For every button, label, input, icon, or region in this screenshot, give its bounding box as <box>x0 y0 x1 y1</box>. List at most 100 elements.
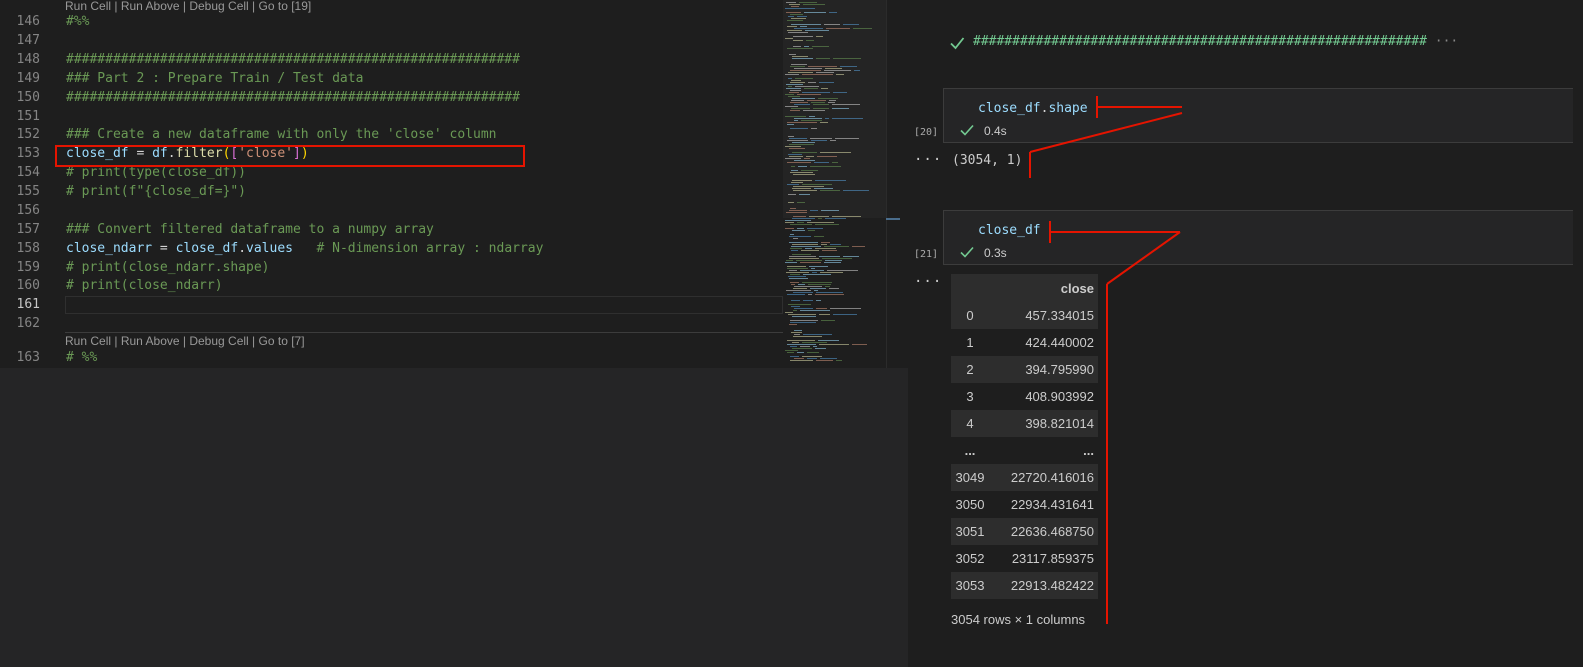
more-icon[interactable]: ··· <box>1435 34 1458 49</box>
minimap-line <box>789 144 814 145</box>
line-number: 163 <box>16 350 40 365</box>
minimap-line <box>789 4 800 5</box>
minimap[interactable] <box>783 0 886 368</box>
minimap-line <box>791 108 810 109</box>
code-line-163[interactable]: # %% <box>66 350 97 365</box>
minimap-line <box>832 104 860 105</box>
goto-link[interactable]: Go to [19] <box>259 0 312 13</box>
code-editor[interactable]: Run Cell | Run Above | Debug Cell | Go t… <box>0 0 908 368</box>
line-number: 155 <box>16 184 40 199</box>
run-above-link[interactable]: Run Above <box>121 334 180 348</box>
minimap-line <box>791 300 800 301</box>
code-line-158[interactable]: close_ndarr = close_df.values # N-dimens… <box>66 241 543 256</box>
code-line-157[interactable]: ### Convert filtered dataframe to a nump… <box>66 222 434 237</box>
minimap-line <box>791 18 806 19</box>
minimap-line <box>787 48 813 49</box>
minimap-line <box>807 228 823 229</box>
minimap-line <box>822 250 837 251</box>
code-token: = <box>152 241 176 256</box>
minimap-line <box>815 294 844 295</box>
minimap-line <box>816 292 843 293</box>
code-line-154[interactable]: # print(type(close_df)) <box>66 165 246 180</box>
codelens-sep: | <box>179 334 190 348</box>
minimap-line <box>808 230 815 231</box>
minimap-line <box>792 142 815 143</box>
close-value: 22720.416016 <box>989 464 1098 491</box>
code-line-152[interactable]: ### Create a new dataframe with only the… <box>66 127 496 142</box>
minimap-line <box>786 272 809 273</box>
run-cell-link[interactable]: Run Cell <box>65 0 111 13</box>
minimap-line <box>788 86 792 87</box>
minimap-line <box>809 266 828 267</box>
dataframe-summary: 3054 rows × 1 columns <box>951 612 1086 627</box>
minimap-line <box>792 58 813 59</box>
minimap-line <box>833 58 861 59</box>
line-number: 149 <box>16 71 40 86</box>
minimap-line <box>803 110 825 111</box>
code-line-155[interactable]: # print(f"{close_df=}") <box>66 184 246 199</box>
code-cell-21[interactable]: close_df 0.3s <box>943 210 1573 265</box>
minimap-line <box>792 316 816 317</box>
minimap-line <box>802 356 822 357</box>
minimap-line <box>794 28 823 29</box>
minimap-line <box>819 82 834 83</box>
minimap-line <box>797 352 804 353</box>
minimap-line <box>826 28 850 29</box>
close-value: 23117.859375 <box>989 545 1098 572</box>
execution-count: [20] <box>914 127 939 138</box>
run-cell-link[interactable]: Run Cell <box>65 334 111 348</box>
cell-output: (3054, 1) <box>952 153 1023 168</box>
dataframe-table: close 0 457.334015 1 424.440002 2 394.795990 3… <box>951 274 1098 599</box>
minimap-line <box>793 36 813 37</box>
minimap-line <box>800 262 821 263</box>
minimap-line <box>789 324 797 325</box>
close-value: 408.903992 <box>989 383 1098 410</box>
minimap-line <box>821 320 835 321</box>
code-cell-20[interactable]: close_df.shape 0.4s <box>943 88 1573 143</box>
minimap-line <box>791 80 801 81</box>
minimap-line <box>785 116 806 117</box>
editor-scrollbar[interactable] <box>886 0 901 368</box>
minimap-line <box>810 138 832 139</box>
minimap-line <box>789 92 799 93</box>
row-index: 3049 <box>951 464 989 491</box>
code-line-159[interactable]: # print(close_ndarr.shape) <box>66 260 270 275</box>
run-above-link[interactable]: Run Above <box>121 0 180 13</box>
notebook-pane[interactable]: ########################################… <box>908 0 1583 667</box>
code-line-148[interactable]: ########################################… <box>66 52 520 67</box>
minimap-line <box>800 346 810 347</box>
minimap-line <box>794 68 822 69</box>
debug-cell-link[interactable]: Debug Cell <box>189 334 248 348</box>
minimap-line <box>806 156 814 157</box>
minimap-line <box>811 102 825 103</box>
code-line-146[interactable]: #%% <box>66 14 89 29</box>
code-line-150[interactable]: ########################################… <box>66 90 520 105</box>
minimap-line <box>816 308 827 309</box>
minimap-line <box>789 148 805 149</box>
row-index: 2 <box>951 356 989 383</box>
code-line-160[interactable]: # print(close_ndarr) <box>66 278 223 293</box>
code-line-149[interactable]: ### Part 2 : Prepare Train / Test data <box>66 71 363 86</box>
minimap-line <box>787 352 794 353</box>
goto-link[interactable]: Go to [7] <box>259 334 305 348</box>
minimap-line <box>790 208 796 209</box>
cell-code[interactable]: close_df.shape <box>978 101 1088 116</box>
minimap-line <box>790 224 812 225</box>
minimap-line <box>789 270 797 271</box>
minimap-line <box>788 136 794 137</box>
minimap-line <box>809 216 829 217</box>
minimap-line <box>820 152 851 153</box>
output-more-icon[interactable]: ··· <box>914 274 942 290</box>
table-header-row: close <box>951 274 1098 302</box>
output-more-icon[interactable]: ··· <box>914 152 942 168</box>
minimap-line <box>825 118 829 119</box>
minimap-line <box>790 66 805 67</box>
minimap-line <box>820 358 837 359</box>
minimap-line <box>787 340 815 341</box>
line-number: 159 <box>16 260 40 275</box>
minimap-line <box>830 140 836 141</box>
debug-cell-link[interactable]: Debug Cell <box>189 0 248 13</box>
minimap-line <box>787 20 803 21</box>
cell-code[interactable]: close_df <box>978 223 1041 238</box>
minimap-line <box>793 216 806 217</box>
